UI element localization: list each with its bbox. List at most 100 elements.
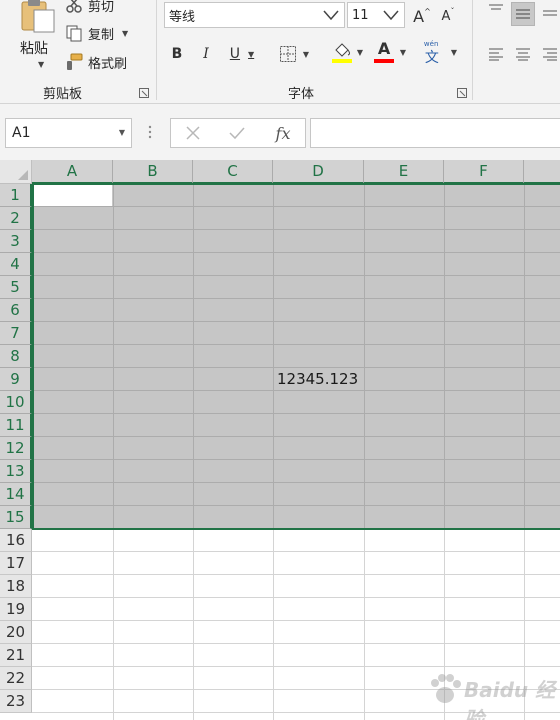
row-header-10[interactable]: 10 xyxy=(0,391,32,414)
format-painter-icon xyxy=(64,53,84,71)
font-color-button[interactable]: A ▼ xyxy=(370,39,410,64)
formula-input[interactable] xyxy=(310,118,560,148)
borders-button[interactable]: ▼ xyxy=(274,42,314,66)
row-header-5[interactable]: 5 xyxy=(0,276,32,299)
row-header-21[interactable]: 21 xyxy=(0,644,32,667)
row-header-17[interactable]: 17 xyxy=(0,552,32,575)
align-right-button[interactable] xyxy=(538,42,560,66)
scissors-icon xyxy=(64,0,84,14)
row-header-7[interactable]: 7 xyxy=(0,322,32,345)
chevron-down-icon xyxy=(383,10,399,21)
shrink-font-caret: ˇ xyxy=(450,6,455,16)
paw-logo-icon xyxy=(431,674,461,703)
column-header-f[interactable]: F xyxy=(444,160,524,184)
row-gridline xyxy=(32,643,560,644)
fill-color-dropdown-icon[interactable]: ▼ xyxy=(357,48,363,57)
align-bottom-button[interactable] xyxy=(538,0,560,22)
align-left-button[interactable] xyxy=(484,42,508,66)
clipboard-launcher-icon[interactable] xyxy=(139,88,149,98)
column-header-a[interactable]: A xyxy=(32,160,113,184)
underline-icon: U xyxy=(229,46,241,62)
borders-dropdown-icon[interactable]: ▼ xyxy=(303,50,309,59)
font-name-select[interactable]: 等线 xyxy=(164,2,345,28)
italic-button[interactable]: I xyxy=(195,42,217,66)
row-header-9[interactable]: 9 xyxy=(0,368,32,391)
paste-label: 粘贴 xyxy=(20,41,48,57)
row-header-16[interactable]: 16 xyxy=(0,529,32,552)
row-header-1[interactable]: 1 xyxy=(0,184,32,207)
copy-icon xyxy=(64,24,84,42)
row-header-15[interactable]: 15 xyxy=(0,506,32,529)
format-painter-button[interactable]: 格式刷 xyxy=(64,51,127,73)
shrink-font-icon: A xyxy=(441,8,451,24)
cut-button[interactable]: 剪切 xyxy=(64,0,114,16)
row-header-6[interactable]: 6 xyxy=(0,299,32,322)
select-all-button[interactable] xyxy=(0,160,32,184)
align-top-button[interactable] xyxy=(484,0,508,22)
column-header-d[interactable]: D xyxy=(273,160,364,184)
chevron-down-icon xyxy=(323,10,339,21)
align-middle-button[interactable] xyxy=(511,2,535,26)
copy-dropdown-icon[interactable]: ▼ xyxy=(122,29,128,38)
column-header-b[interactable]: B xyxy=(113,160,193,184)
row-header-18[interactable]: 18 xyxy=(0,575,32,598)
insert-function-button[interactable]: fx xyxy=(263,119,303,147)
grow-font-caret: ^ xyxy=(424,6,431,16)
row-gridline xyxy=(32,551,560,552)
shrink-font-button[interactable]: Aˇ xyxy=(437,4,459,28)
copy-button[interactable]: 复制 ▼ xyxy=(64,22,128,44)
row-header-14[interactable]: 14 xyxy=(0,483,32,506)
drag-handle-icon[interactable] xyxy=(148,124,152,140)
underline-button[interactable]: U ▼ xyxy=(222,42,262,66)
spreadsheet-grid[interactable]: ABCDEFG123456789101112131415161718192021… xyxy=(0,160,560,720)
ribbon: 粘贴 ▼ 剪切 复制 ▼ 格式刷 剪贴板 等线 11 A ^ Aˇ B I U … xyxy=(0,0,560,104)
font-size-select[interactable]: 11 xyxy=(347,2,405,28)
bold-button[interactable]: B xyxy=(166,42,188,66)
grow-font-icon: A xyxy=(413,6,425,26)
row-header-19[interactable]: 19 xyxy=(0,598,32,621)
cancel-button[interactable] xyxy=(173,119,213,147)
align-left-icon xyxy=(489,48,503,61)
row-header-13[interactable]: 13 xyxy=(0,460,32,483)
name-box[interactable]: A1 ▼ xyxy=(5,118,132,148)
grow-font-button[interactable]: A ^ xyxy=(411,4,433,28)
paste-button[interactable]: 粘贴 ▼ xyxy=(8,0,60,78)
row-header-4[interactable]: 4 xyxy=(0,253,32,276)
underline-dropdown-icon[interactable]: ▼ xyxy=(248,50,254,59)
align-top-icon xyxy=(489,4,503,10)
row-header-20[interactable]: 20 xyxy=(0,621,32,644)
paste-dropdown-icon[interactable]: ▼ xyxy=(38,60,44,69)
font-color-glyph: A xyxy=(377,39,391,58)
column-header-c[interactable]: C xyxy=(193,160,273,184)
row-header-8[interactable]: 8 xyxy=(0,345,32,368)
checkmark-icon xyxy=(229,127,245,140)
row-header-12[interactable]: 12 xyxy=(0,437,32,460)
group-separator xyxy=(472,0,473,100)
column-header-g[interactable]: G xyxy=(524,160,560,184)
fill-bucket-icon xyxy=(331,43,352,63)
font-name-value: 等线 xyxy=(169,9,196,25)
phonetic-glyph: 文 xyxy=(424,50,439,66)
row-header-11[interactable]: 11 xyxy=(0,414,32,437)
row-header-23[interactable]: 23 xyxy=(0,690,32,713)
font-launcher-icon[interactable] xyxy=(457,88,467,98)
borders-icon xyxy=(279,46,296,62)
font-group-label: 字体 xyxy=(288,87,315,102)
row-header-3[interactable]: 3 xyxy=(0,230,32,253)
phonetic-button[interactable]: wén 文 ▼ xyxy=(420,40,460,66)
phonetic-dropdown-icon[interactable]: ▼ xyxy=(451,48,457,57)
align-center-button[interactable] xyxy=(511,42,535,66)
close-icon xyxy=(186,126,200,140)
paste-icon xyxy=(21,0,55,33)
row-gridline xyxy=(32,666,560,667)
font-color-dropdown-icon[interactable]: ▼ xyxy=(400,48,406,57)
fill-color-button[interactable]: ▼ xyxy=(326,40,368,64)
chevron-down-icon[interactable]: ▼ xyxy=(119,128,125,137)
enter-button[interactable] xyxy=(217,119,257,147)
row-gridline xyxy=(32,597,560,598)
row-header-2[interactable]: 2 xyxy=(0,207,32,230)
row-header-22[interactable]: 22 xyxy=(0,667,32,690)
bold-icon: B xyxy=(171,46,183,62)
format-painter-label: 格式刷 xyxy=(88,56,128,72)
column-header-e[interactable]: E xyxy=(364,160,444,184)
